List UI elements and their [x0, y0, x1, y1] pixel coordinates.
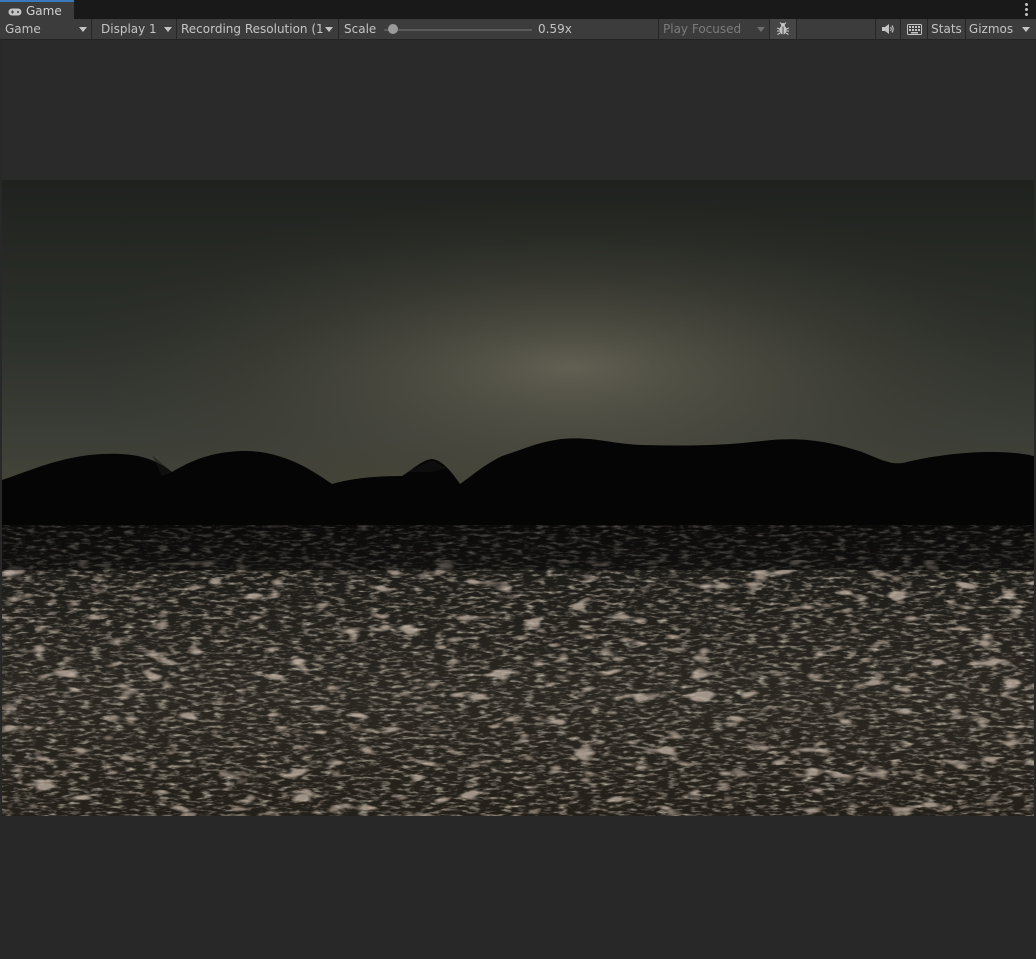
- play-mode-dropdown[interactable]: Play Focused: [659, 19, 769, 39]
- view-mode-label: Game: [5, 22, 41, 36]
- divider: [796, 19, 797, 39]
- chevron-down-icon: [1022, 26, 1030, 32]
- divider: [338, 19, 339, 39]
- tab-label: Game: [26, 3, 62, 18]
- game-viewport[interactable]: [2, 180, 1034, 816]
- chevron-down-icon: [757, 26, 765, 32]
- chevron-down-icon: [164, 26, 172, 32]
- letterbox-top: [2, 40, 1034, 180]
- gamepad-icon: [8, 6, 22, 16]
- bug-icon[interactable]: [770, 19, 796, 39]
- scale-slider-track[interactable]: [384, 29, 532, 31]
- gizmos-dropdown-button[interactable]: [1016, 19, 1036, 39]
- scale-slider-handle[interactable]: [387, 24, 398, 34]
- play-mode-label: Play Focused: [663, 22, 742, 36]
- window-tab-bar: Game: [0, 0, 1036, 20]
- tab-game[interactable]: Game: [0, 0, 74, 19]
- display-dropdown[interactable]: Display 1: [96, 19, 176, 39]
- resolution-label: Recording Resolution (19:: [181, 22, 323, 36]
- scene-render: [2, 180, 1034, 816]
- game-view-toolbar: Game Display 1 Recording Resolution (19:…: [0, 19, 1036, 40]
- divider: [91, 19, 92, 39]
- chevron-down-icon: [79, 26, 87, 32]
- scale-label: Scale: [344, 22, 377, 36]
- stats-button[interactable]: Stats: [928, 19, 965, 39]
- scale-value: 0.59x: [538, 22, 572, 36]
- display-label: Display 1: [101, 22, 157, 36]
- resolution-dropdown[interactable]: Recording Resolution (19:: [177, 19, 338, 39]
- more-options-icon[interactable]: [1025, 3, 1028, 16]
- gizmos-button[interactable]: Gizmos: [966, 19, 1016, 39]
- speaker-icon[interactable]: [876, 19, 900, 39]
- view-mode-dropdown[interactable]: Game: [0, 19, 91, 39]
- chevron-down-icon: [325, 26, 333, 32]
- keyboard-icon[interactable]: [901, 19, 927, 39]
